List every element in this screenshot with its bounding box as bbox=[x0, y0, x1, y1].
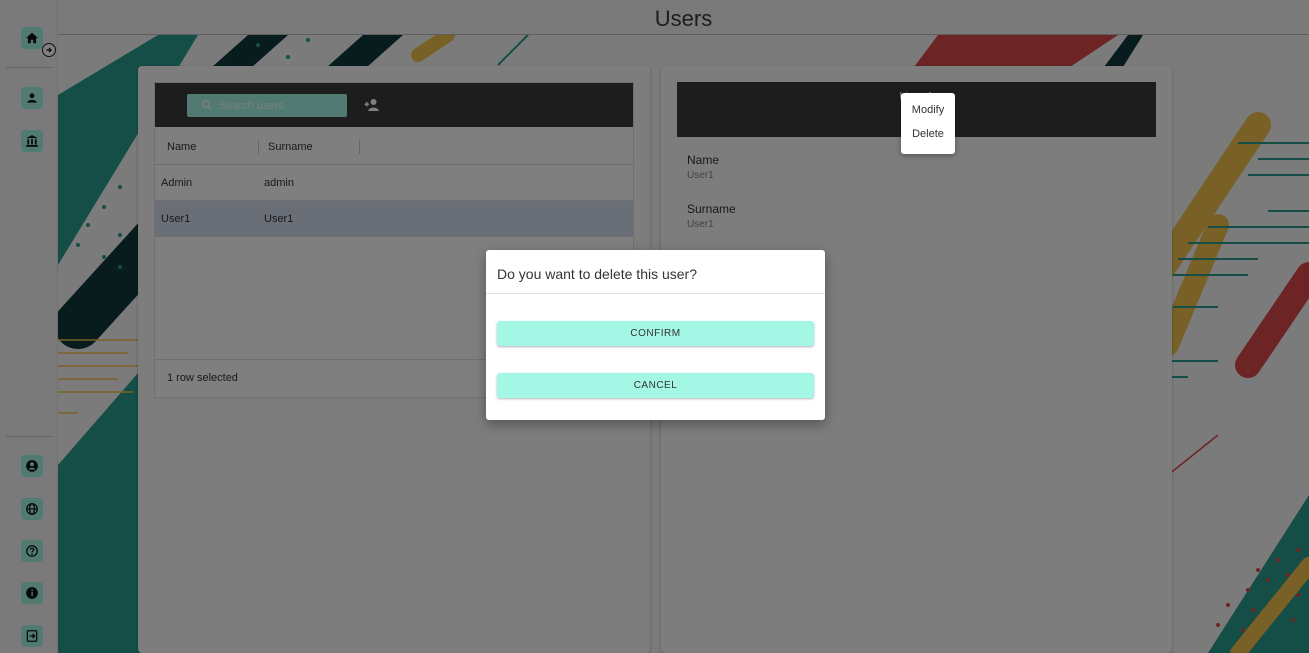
context-menu: Modify Delete bbox=[901, 93, 955, 154]
menu-item-delete[interactable]: Delete bbox=[901, 128, 955, 140]
delete-confirm-dialog: Do you want to delete this user? CONFIRM… bbox=[486, 250, 825, 420]
cancel-button[interactable]: CANCEL bbox=[497, 373, 814, 398]
menu-item-modify[interactable]: Modify bbox=[901, 104, 955, 116]
confirm-button[interactable]: CONFIRM bbox=[497, 321, 814, 346]
dialog-title: Do you want to delete this user? bbox=[497, 266, 698, 282]
dialog-divider bbox=[486, 293, 825, 294]
